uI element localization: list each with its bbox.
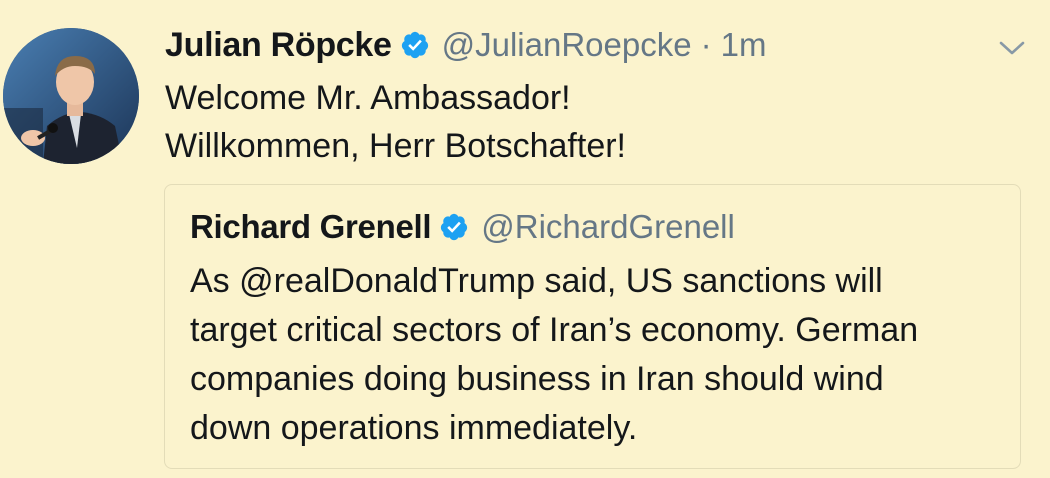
author-name[interactable]: Julian Röpcke — [165, 26, 392, 65]
quoted-text-line: down operations immediately. — [190, 409, 638, 447]
tweet-header: Julian Röpcke @JulianRoepcke · 1m — [165, 22, 766, 68]
quoted-text-line: As @realDonaldTrump said, US sanctions w… — [190, 262, 883, 300]
author-avatar[interactable] — [3, 28, 139, 164]
quoted-text-line: target critical sectors of Iran’s econom… — [190, 311, 919, 349]
verified-badge-icon — [400, 30, 430, 60]
tweet-text-line: Willkommen, Herr Botschafter! — [165, 127, 626, 165]
chevron-down-icon[interactable] — [998, 36, 1026, 60]
tweet-timestamp[interactable]: 1m — [721, 26, 767, 64]
tweet-text-line: Welcome Mr. Ambassador! — [165, 79, 571, 117]
quoted-tweet[interactable]: Richard Grenell @RichardGrenell As @real… — [164, 184, 1021, 469]
tweet[interactable]: Julian Röpcke @JulianRoepcke · 1m Welcom… — [0, 0, 1050, 478]
quoted-text-line: companies doing business in Iran should … — [190, 360, 884, 398]
separator-dot: · — [700, 26, 712, 63]
quoted-author-name: Richard Grenell — [190, 208, 432, 245]
author-handle[interactable]: @JulianRoepcke — [442, 26, 692, 64]
quoted-author-handle: @RichardGrenell — [481, 208, 735, 245]
verified-badge-icon — [439, 212, 469, 242]
quoted-tweet-header: Richard Grenell @RichardGrenell — [190, 203, 735, 251]
avatar-image — [3, 28, 139, 164]
quoted-tweet-text: As @realDonaldTrump said, US sanctions w… — [190, 257, 1010, 453]
